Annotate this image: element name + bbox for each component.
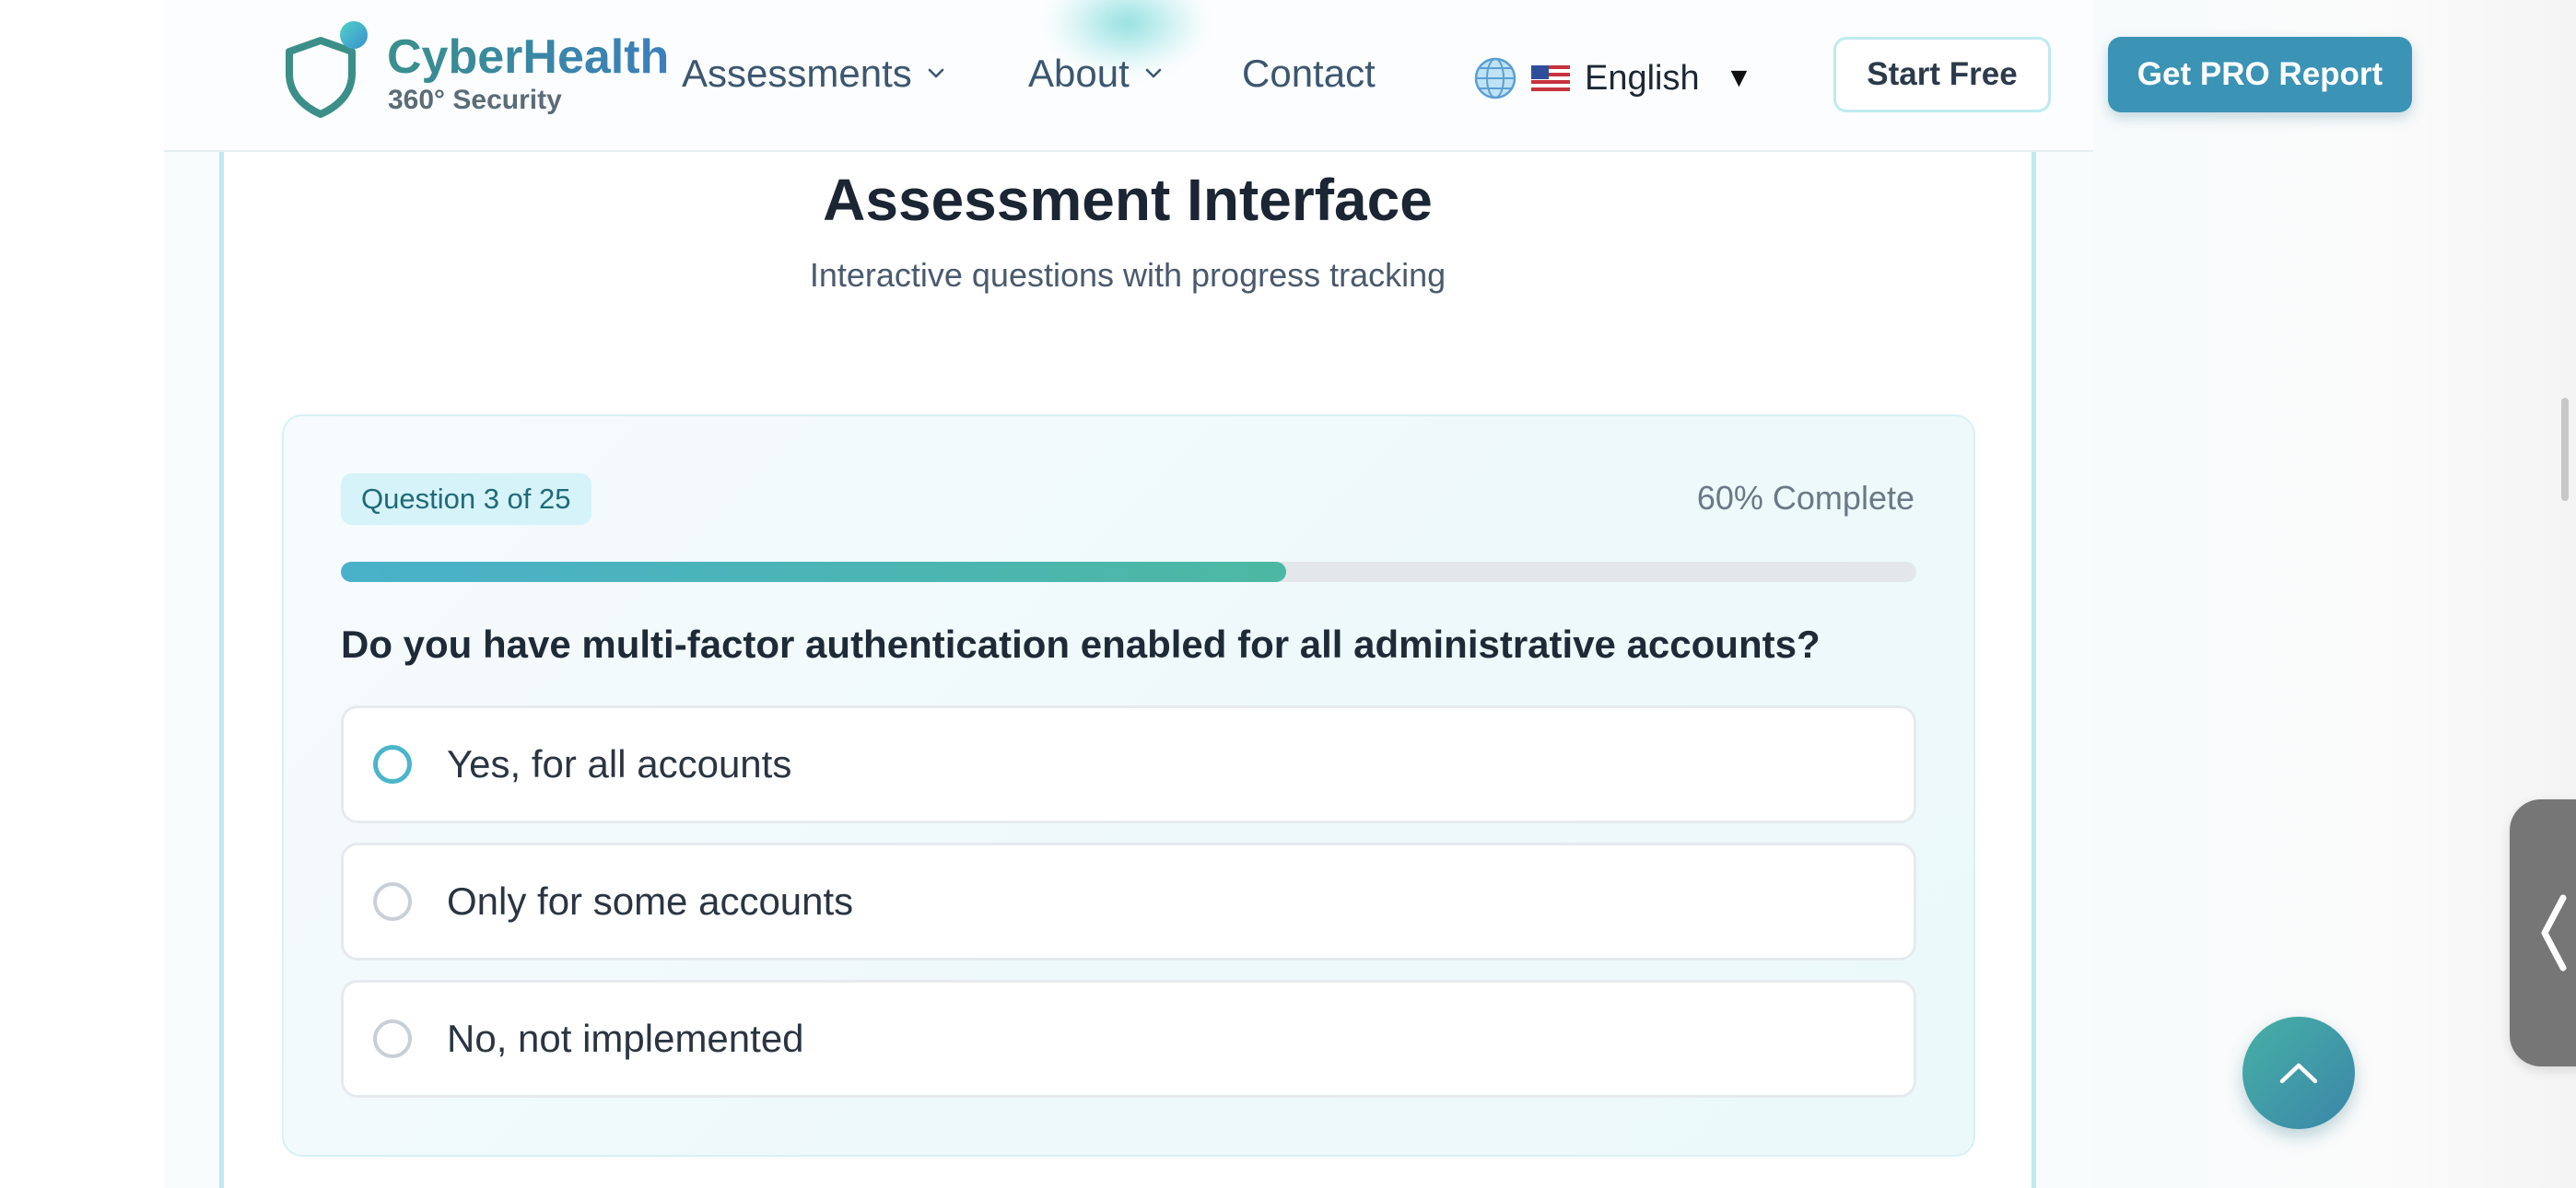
answer-option-yes[interactable]: Yes, for all accounts [341, 705, 1916, 823]
brand-tagline: 360° Security [388, 85, 562, 115]
answer-option-label: Only for some accounts [447, 879, 854, 923]
side-drawer-tab[interactable] [2510, 799, 2576, 1066]
question-text: Do you have multi-factor authentication … [341, 623, 1821, 666]
language-selector[interactable]: English ▼ [1472, 55, 1752, 101]
scroll-to-top-button[interactable] [2242, 1017, 2355, 1129]
answer-option-no[interactable]: No, not implemented [341, 980, 1916, 1098]
page-margin [2093, 0, 2576, 1188]
radio-button[interactable] [373, 745, 412, 784]
nav-assessments[interactable]: Assessments [682, 52, 945, 96]
section-subtitle: Interactive questions with progress trac… [809, 256, 1446, 294]
caret-down-icon: ▼ [1725, 63, 1753, 93]
nav-contact[interactable]: Contact [1242, 52, 1376, 96]
progress-bar-fill [341, 562, 1286, 582]
language-label: English [1585, 58, 1700, 98]
nav-contact-label: Contact [1242, 52, 1376, 95]
nav-about-label: About [1028, 52, 1130, 95]
answer-option-some[interactable]: Only for some accounts [341, 843, 1916, 961]
us-flag-icon [1531, 65, 1570, 91]
nav-assessments-label: Assessments [682, 52, 912, 95]
answer-option-label: No, not implemented [447, 1017, 804, 1060]
globe-icon [1474, 57, 1516, 99]
brand-name[interactable]: CyberHealth [387, 29, 669, 85]
scrollbar-thumb[interactable] [2561, 398, 2569, 501]
chevron-down-icon [1145, 68, 1162, 78]
radio-button[interactable] [373, 882, 412, 921]
section-title: Assessment Interface [823, 167, 1433, 233]
chevron-up-icon [2279, 1063, 2318, 1084]
progress-bar [341, 562, 1916, 582]
nav-about[interactable]: About [1028, 52, 1163, 96]
radio-button[interactable] [373, 1019, 412, 1058]
answer-option-label: Yes, for all accounts [447, 742, 792, 786]
chevron-left-icon [2541, 894, 2567, 972]
get-pro-report-button[interactable]: Get PRO Report [2108, 37, 2412, 112]
chevron-down-icon [928, 68, 944, 78]
start-free-button[interactable]: Start Free [1833, 37, 2051, 112]
question-counter-badge: Question 3 of 25 [341, 473, 591, 525]
progress-percentage: 60% Complete [1696, 479, 1914, 517]
shield-icon[interactable] [280, 20, 372, 118]
